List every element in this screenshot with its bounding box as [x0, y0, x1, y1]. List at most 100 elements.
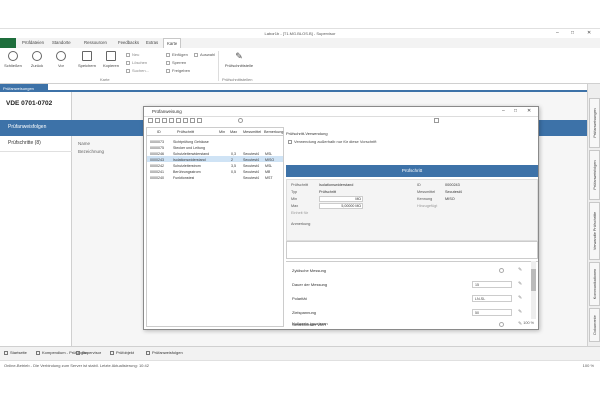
col-min[interactable]: Min — [219, 130, 225, 134]
prop-messmittel-value[interactable]: Secutest4 — [445, 190, 462, 194]
edit-pen-icon[interactable]: ✎ — [518, 309, 522, 315]
btab-pruefobjekt[interactable]: Prüfobjekt — [110, 350, 134, 355]
tab-pruefanweisungen[interactable]: Prüfanweisungen — [0, 84, 48, 92]
cell-messmittel: Secutest4 — [243, 176, 259, 180]
menu-item-ressourcen[interactable]: Ressourcen — [84, 40, 107, 45]
maximize-button[interactable]: □ — [571, 30, 574, 36]
menu-item-standorte[interactable]: Standorte — [52, 40, 71, 45]
tool-collapse-icon[interactable] — [238, 118, 243, 123]
tool-copy-icon[interactable] — [190, 118, 195, 123]
detail-scrollbar[interactable] — [531, 261, 536, 319]
edit-pen-icon[interactable]: ✎ — [518, 281, 522, 287]
prop-min-label: Min — [291, 197, 298, 201]
cell-note: MST — [265, 176, 273, 180]
col-id[interactable]: ID — [157, 130, 161, 134]
vtab-pruefanweisungen[interactable]: Prüfanweisungen — [589, 98, 600, 148]
dialog-zoom[interactable]: 100 % — [523, 321, 534, 325]
vtab-kommunikationen[interactable]: Kommunikationen — [589, 262, 600, 306]
tool-up-icon[interactable] — [176, 118, 181, 123]
search-option[interactable]: Suchen... — [126, 68, 149, 73]
prop-max-label: Max — [291, 204, 299, 208]
usage-checkbox[interactable]: Verwendung außerhalb nur für diese Vorsc… — [288, 139, 377, 144]
prop-id-label: ID — [417, 183, 421, 187]
insert-option[interactable]: Einfügen — [166, 52, 188, 57]
col-max[interactable]: Max — [230, 130, 237, 134]
col-pruefschritt[interactable]: Prüfschritt — [177, 130, 194, 134]
tool-down-icon[interactable] — [183, 118, 188, 123]
edit-pen-icon[interactable]: ✎ — [518, 295, 522, 301]
minimize-button[interactable]: – — [556, 30, 559, 36]
param-row: Zyklische Messung ✎ — [286, 264, 538, 278]
vtab-dokumente[interactable]: Dokumente — [589, 308, 600, 342]
col-messmittel[interactable]: Messmittel — [243, 130, 261, 134]
param-input[interactable]: 50 — [472, 309, 512, 316]
new-option[interactable]: Neu — [126, 52, 139, 57]
vtab-dokumente-label: Dokumente — [592, 315, 597, 335]
prop-max-input[interactable]: 5,00000 MΩ — [319, 203, 363, 209]
selection-label: Auswahl — [200, 52, 216, 57]
tool-open-icon[interactable] — [155, 118, 160, 123]
pen-icon: ✎ — [235, 51, 243, 61]
edit-pen-icon[interactable]: ✎ — [518, 321, 522, 327]
menu-item-feedbacks[interactable]: Feedbacks — [118, 40, 139, 45]
delete-option[interactable]: Löschen — [126, 60, 147, 65]
back-button[interactable]: Zurück — [26, 51, 48, 68]
app-logo-icon[interactable] — [0, 38, 16, 48]
new-label: Neu — [132, 52, 140, 57]
dialog-close-button[interactable]: ✕ — [527, 108, 531, 114]
table-header: ID Prüfschritt Min Max Messmittel Bemerk… — [147, 128, 283, 136]
btab-pruefanweisfolgen[interactable]: Prüfanweisfolgen — [146, 350, 183, 355]
detail-band: Prüfschritt — [286, 165, 538, 177]
menu-item-pruefdateien[interactable]: Prüfdateien — [22, 40, 44, 45]
sidebar: VDE 0701-0702 Prüfanweisfolgen Prüfschri… — [0, 92, 72, 346]
sidebar-item-pruefanweisfolgen[interactable]: Prüfanweisfolgen — [0, 120, 72, 136]
param-input[interactable]: 15 — [472, 281, 512, 288]
prop-pruefschritt-value[interactable]: Isolationswiderstand — [319, 183, 353, 187]
dialog-minimize-button[interactable]: – — [502, 108, 505, 114]
forward-button[interactable]: Vor — [50, 51, 72, 68]
btab-supervisor[interactable]: Supervisor — [76, 350, 101, 355]
copy-button[interactable]: Kopieren — [100, 51, 122, 68]
object-icon — [110, 350, 114, 355]
arrow-right-icon — [56, 51, 66, 61]
field-bezeichnung-label: Bezeichnung — [78, 149, 105, 154]
tool-save-icon[interactable] — [162, 118, 167, 123]
close-button[interactable]: ✕ — [587, 30, 591, 36]
prop-id-value[interactable]: 0000243 — [445, 183, 460, 187]
tool-filter-icon[interactable] — [197, 118, 202, 123]
scrollbar-thumb[interactable] — [531, 269, 536, 291]
edit-pen-icon[interactable]: ✎ — [518, 267, 522, 273]
save-button[interactable]: Speichern — [76, 51, 98, 68]
search-icon — [126, 68, 130, 73]
forward-label: Vor — [57, 63, 64, 68]
dialog-maximize-button[interactable]: □ — [514, 108, 517, 114]
param-checkbox[interactable] — [499, 322, 504, 327]
prop-typ-value[interactable]: Prüfschritt — [319, 190, 336, 194]
prop-min-input[interactable]: MΩ — [319, 196, 363, 202]
sidebar-item-pruefschritte[interactable]: Prüfschritte (8) — [0, 136, 72, 152]
lock-option[interactable]: Sperren — [166, 60, 186, 65]
release-option[interactable]: Freigeben — [166, 68, 190, 73]
arrow-left-icon — [32, 51, 42, 61]
close-doc-button[interactable]: Schließen — [2, 51, 24, 68]
anmerkung-textarea[interactable] — [286, 241, 538, 259]
prop-kennung-value[interactable]: MISO — [445, 197, 455, 201]
col-bemerkung[interactable]: Bemerkung — [264, 130, 284, 134]
home-icon — [4, 350, 8, 355]
pruefschnittstelle-button[interactable]: ✎ Prüfschnittstelle — [222, 51, 256, 68]
param-input[interactable]: LN-SL — [472, 295, 512, 302]
release-label: Freigeben — [172, 68, 191, 73]
zoom-level[interactable]: 100 % — [583, 363, 594, 368]
selection-option[interactable]: Auswahl — [194, 52, 215, 57]
tool-new-icon[interactable] — [148, 118, 153, 123]
param-checkbox[interactable] — [499, 268, 504, 273]
tool-delete-icon[interactable] — [169, 118, 174, 123]
btab-startseite[interactable]: Startseite — [4, 350, 27, 355]
vtab-pruefanweisfolgen[interactable]: Prüfanweisfolgen — [589, 150, 600, 200]
menu-item-extras[interactable]: Extras — [146, 40, 158, 45]
vtab-verwandte[interactable]: Verwandte Prüfschritte — [589, 202, 600, 260]
save-icon — [82, 51, 92, 61]
menu-item-karte[interactable]: Karte — [163, 38, 182, 48]
tool-expand-icon[interactable] — [434, 118, 439, 123]
table-row[interactable]: 0000240 Funktionstest Secutest4 MST — [147, 174, 283, 180]
